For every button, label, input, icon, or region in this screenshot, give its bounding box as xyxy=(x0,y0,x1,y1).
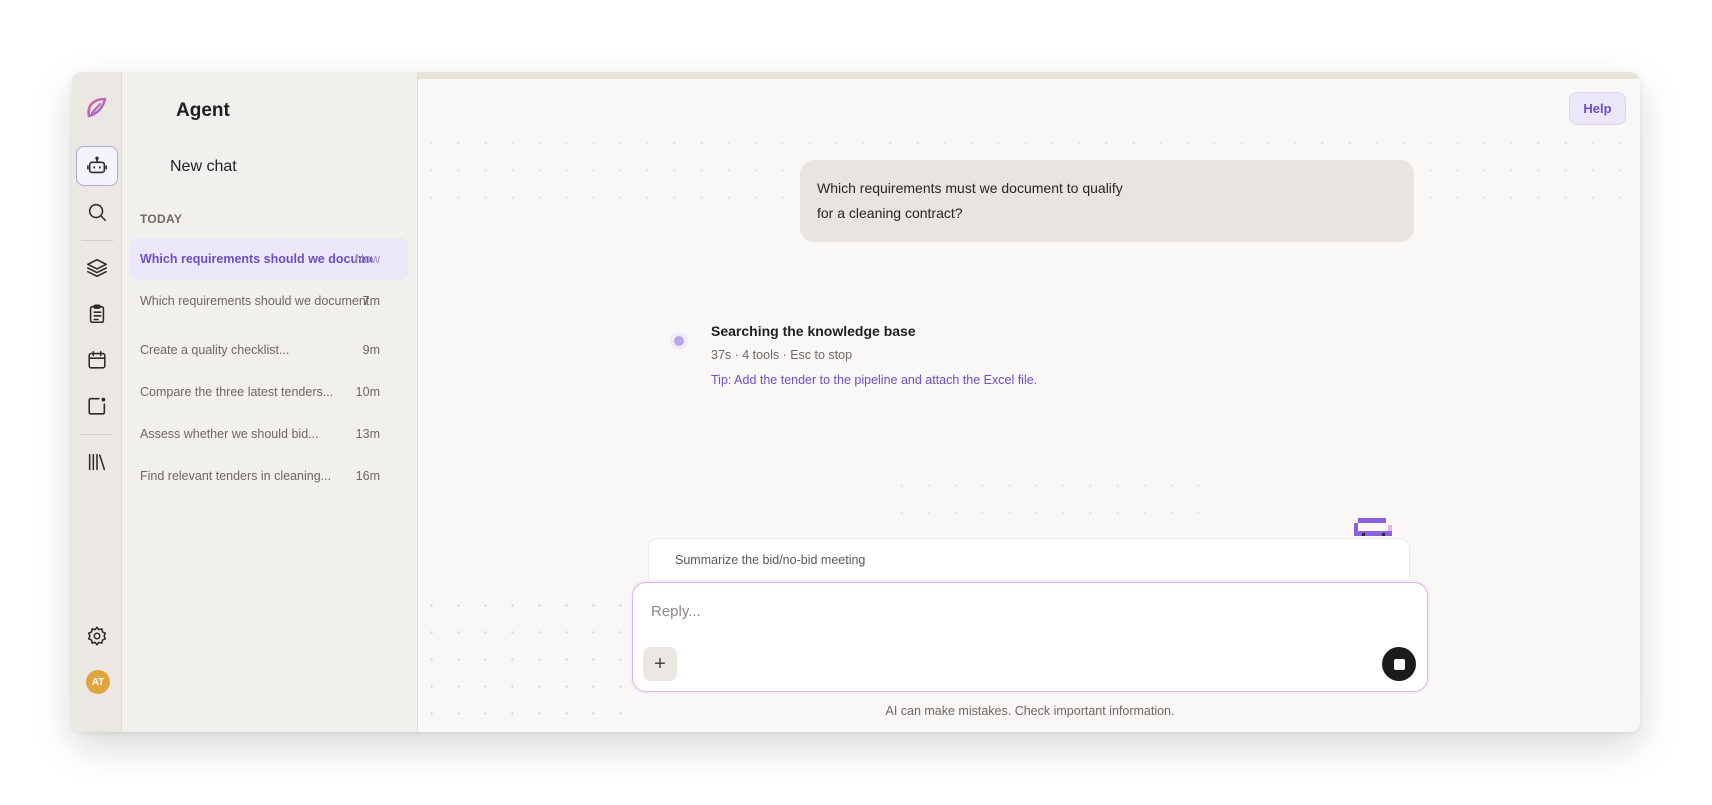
chat-sidebar: Agent New chat TODAY Which requirements … xyxy=(122,72,418,732)
rail-agent-button[interactable] xyxy=(76,146,118,186)
stop-icon xyxy=(1393,658,1405,670)
robot-icon xyxy=(87,156,107,174)
chat-item-time: 16m xyxy=(355,469,380,483)
top-strip xyxy=(418,72,1640,79)
sidebar-title: Agent xyxy=(176,100,230,121)
avatar[interactable]: AT xyxy=(86,670,110,694)
chat-item-time: 10m xyxy=(355,385,380,399)
rail-divider xyxy=(81,434,113,435)
chat-item-time: 13m xyxy=(355,427,380,441)
logo-icon[interactable] xyxy=(83,94,111,122)
clipboard-icon xyxy=(89,304,105,324)
chat-item-title: Which requirements should we document... xyxy=(140,252,372,266)
progress-dot-icon xyxy=(674,336,684,346)
chat-item-title: Which requirements should we document... xyxy=(140,294,372,308)
icon-rail: AT xyxy=(72,72,122,732)
chat-item-title: Assess whether we should bid... xyxy=(140,427,319,441)
rail-calendar-button[interactable] xyxy=(76,340,118,380)
chat-item-title: Create a quality checklist... xyxy=(140,343,290,357)
user-message-line: Which requirements must we document to q… xyxy=(817,180,1123,196)
rail-notes-button[interactable] xyxy=(76,386,118,426)
status-title: Searching the knowledge base xyxy=(711,323,916,339)
app-window: AT Agent New chat TODAY Which requiremen… xyxy=(72,72,1640,732)
chat-item-title: Find relevant tenders in cleaning... xyxy=(140,469,332,483)
disclaimer: AI can make mistakes. Check important in… xyxy=(885,704,1175,718)
chat-history-item[interactable]: Assess whether we should bid... 13m xyxy=(130,413,408,455)
status-meta: 37s · 4 tools · Esc to stop xyxy=(711,348,853,362)
attach-button[interactable]: + xyxy=(643,647,677,681)
user-message-line: for a cleaning contract? xyxy=(817,205,963,221)
composer: + xyxy=(632,582,1428,692)
new-chat-button[interactable]: New chat xyxy=(170,158,237,176)
rail-tasks-button[interactable] xyxy=(76,294,118,334)
rail-divider xyxy=(81,240,113,241)
suggestion-chip[interactable]: Summarize the bid/no-bid meeting xyxy=(648,538,1410,582)
chat-history-item[interactable]: Which requirements should we document...… xyxy=(130,280,408,322)
chat-history-item[interactable]: Compare the three latest tenders... 10m xyxy=(130,371,408,413)
plus-icon: + xyxy=(654,652,666,675)
rail-settings-button[interactable] xyxy=(76,616,118,656)
layers-icon xyxy=(87,258,107,278)
rail-search-button[interactable] xyxy=(76,192,118,232)
rail-library-button[interactable] xyxy=(76,442,118,482)
chat-item-time: 7m xyxy=(362,294,380,308)
library-icon xyxy=(88,453,106,471)
chat-history-item[interactable]: Find relevant tenders in cleaning... 16m xyxy=(130,455,408,497)
conversation-pane: Help Which requirements must we document… xyxy=(418,72,1640,732)
help-button[interactable]: Help xyxy=(1569,92,1626,125)
mascot-icon xyxy=(1354,518,1392,536)
search-icon xyxy=(88,203,107,222)
user-message: Which requirements must we document to q… xyxy=(800,160,1414,242)
rail-layers-button[interactable] xyxy=(76,248,118,288)
chat-history-item[interactable]: Create a quality checklist... 9m xyxy=(130,329,408,371)
section-label-today: TODAY xyxy=(140,212,183,226)
gear-icon xyxy=(87,626,107,646)
chat-history-item[interactable]: Which requirements should we document...… xyxy=(130,238,408,280)
status-tip: Tip: Add the tender to the pipeline and … xyxy=(711,373,1038,387)
note-icon xyxy=(88,397,106,415)
reply-input[interactable] xyxy=(651,599,1391,623)
stop-button[interactable] xyxy=(1382,647,1416,681)
dot-pattern xyxy=(418,592,628,722)
chat-item-time: 9m xyxy=(362,343,380,357)
calendar-icon xyxy=(88,350,106,369)
chat-item-time: Now xyxy=(354,252,380,266)
chat-item-title: Compare the three latest tenders... xyxy=(140,385,334,399)
